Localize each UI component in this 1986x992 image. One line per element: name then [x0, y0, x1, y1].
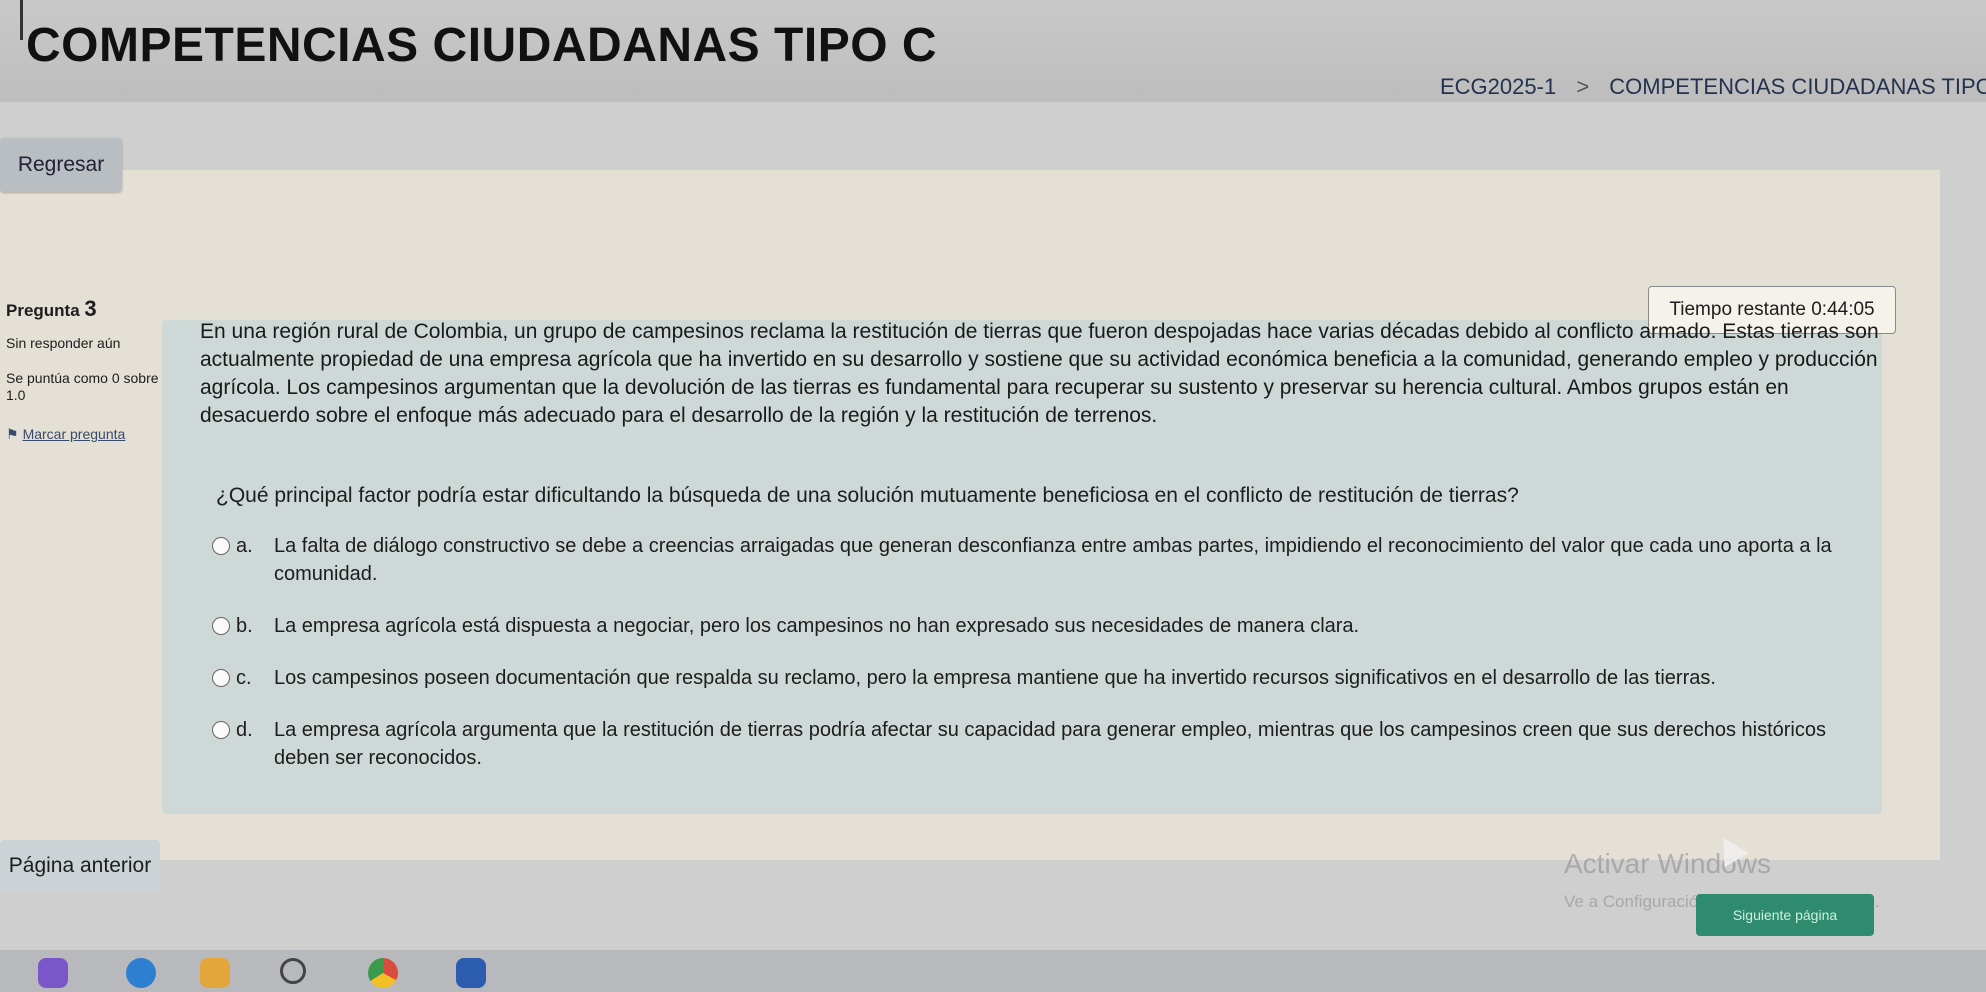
header-bar: COMPETENCIAS CIUDADANAS TIPO C ECG2025-1…	[0, 0, 1986, 102]
flag-question-link[interactable]: ⚑ Marcar pregunta	[6, 426, 166, 443]
breadcrumb: ECG2025-1 > COMPETENCIAS CIUDADANAS TIPO…	[1440, 74, 1986, 100]
option-letter: b.	[236, 615, 253, 637]
breadcrumb-course[interactable]: ECG2025-1	[1440, 74, 1556, 99]
option-text: La empresa agrícola está dispuesta a neg…	[274, 615, 1360, 637]
breadcrumb-quiz[interactable]: COMPETENCIAS CIUDADANAS TIPO C	[1609, 74, 1986, 99]
option-text: Los campesinos poseen documentación que …	[274, 667, 1716, 689]
previous-page-button[interactable]: Página anterior	[0, 840, 160, 892]
menu-icon[interactable]	[0, 0, 23, 40]
search-icon[interactable]	[280, 958, 306, 984]
option-letter: a.	[236, 535, 253, 557]
question-grade: Se puntúa como 0 sobre 1.0	[6, 370, 159, 403]
page-title: COMPETENCIAS CIUDADANAS TIPO C	[26, 19, 938, 72]
word-icon[interactable]	[456, 958, 486, 988]
question-prompt: ¿Qué principal factor podría estar dific…	[216, 484, 1519, 507]
game-icon[interactable]	[38, 958, 68, 988]
question-label: Pregunta 3	[6, 298, 166, 320]
radio-d[interactable]	[212, 721, 230, 739]
flag-icon: ⚑	[6, 426, 19, 442]
edge-browser-icon[interactable]	[126, 958, 156, 988]
back-button[interactable]: Regresar	[0, 138, 122, 192]
question-number: 3	[84, 296, 97, 321]
question-text: En una región rural de Colombia, un grup…	[200, 320, 1879, 427]
file-explorer-icon[interactable]	[200, 958, 230, 988]
radio-c[interactable]	[212, 669, 230, 687]
chrome-icon[interactable]	[368, 958, 398, 988]
question-status: Sin responder aún	[6, 335, 121, 351]
option-text: La empresa agrícola argumenta que la res…	[274, 719, 1826, 769]
breadcrumb-separator: >	[1576, 74, 1590, 99]
option-letter: d.	[236, 719, 253, 741]
next-page-button[interactable]: Siguiente página	[1696, 894, 1874, 936]
option-letter: c.	[236, 667, 252, 689]
radio-a[interactable]	[212, 537, 230, 555]
flag-label: Marcar pregunta	[22, 426, 126, 442]
option-text: La falta de diálogo constructivo se debe…	[274, 535, 1832, 585]
radio-b[interactable]	[212, 617, 230, 635]
question-info: Pregunta 3 Sin responder aún Se puntúa c…	[6, 298, 166, 443]
question-label-text: Pregunta	[6, 301, 80, 320]
